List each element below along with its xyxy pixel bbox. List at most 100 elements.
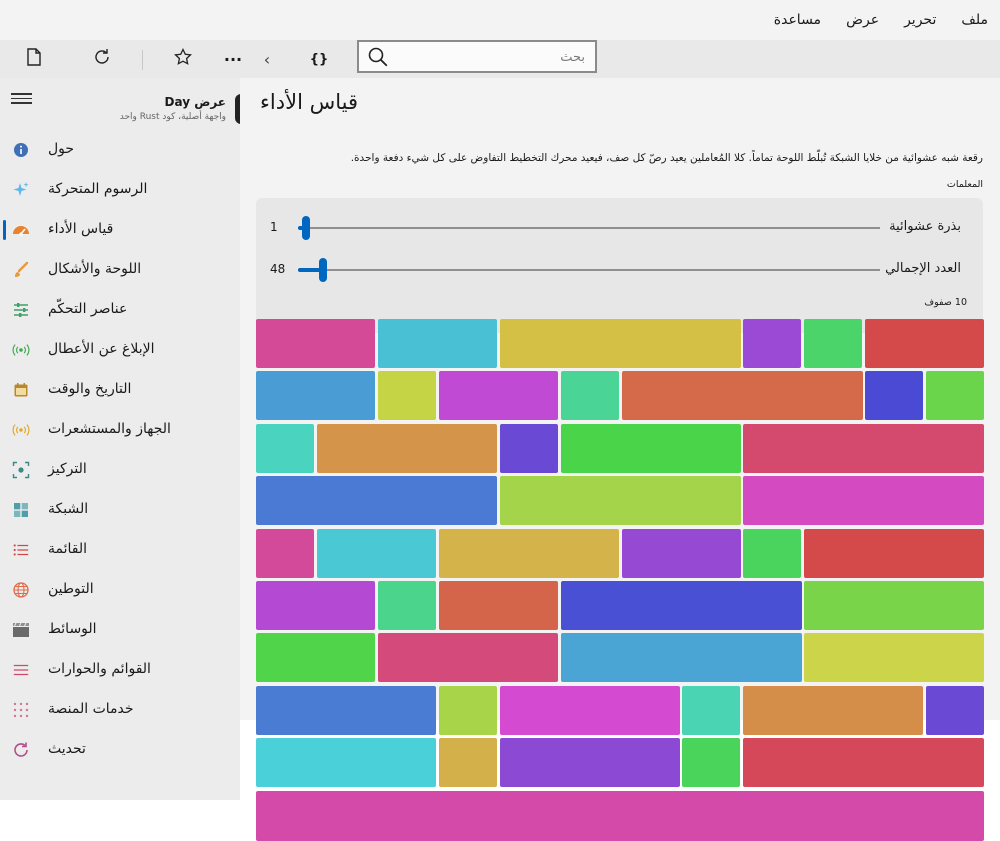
- sidebar-item-sparkle[interactable]: الرسوم المتحركة: [0, 170, 240, 210]
- total-slider[interactable]: [298, 258, 880, 282]
- code-button[interactable]: {}: [304, 44, 334, 74]
- grid-cell: [743, 686, 923, 735]
- app-title: عرض Day: [164, 95, 227, 109]
- sidebar-item-brush[interactable]: اللوحة والأشكال: [0, 250, 240, 290]
- total-slider-row: العدد الإجمالي 48: [256, 258, 983, 282]
- menu-help[interactable]: مساعدة: [774, 12, 821, 28]
- grid-cell: [804, 633, 984, 682]
- params-label: المعلمات: [946, 179, 983, 190]
- sidebar-item-broadcast[interactable]: الإبلاغ عن الأعطال: [0, 330, 240, 370]
- refresh-button[interactable]: [87, 44, 117, 74]
- grid-cell: [804, 529, 984, 578]
- sidebar-header: عرض Day واجهة أصلية، كود Rust واحد: [0, 78, 243, 128]
- grid-cell: [256, 476, 497, 525]
- grid-cell: [622, 529, 741, 578]
- sidebar-item-dots-grid[interactable]: خدمات المنصة: [0, 690, 240, 730]
- globe-icon: [12, 581, 30, 599]
- grid-cell: [439, 686, 497, 735]
- page-title: قياس الأداء: [260, 90, 358, 114]
- total-slider-label: العدد الإجمالي: [885, 261, 961, 276]
- grid-cell: [500, 424, 558, 473]
- grid-cell: [439, 581, 558, 630]
- sidebar-item-label: قياس الأداء: [48, 221, 114, 237]
- sidebar-item-speedometer[interactable]: قياس الأداء: [0, 210, 240, 250]
- back-chevron-button[interactable]: ‹: [252, 44, 282, 74]
- speedometer-icon: [12, 221, 30, 239]
- star-icon: [174, 47, 192, 70]
- sidebar-item-label: القائمة: [48, 541, 87, 557]
- grid-cell: [865, 319, 984, 368]
- grid-cell: [865, 371, 923, 420]
- grid-cell: [804, 319, 862, 368]
- sidebar-item-list[interactable]: القائمة: [0, 530, 240, 570]
- seed-slider[interactable]: [298, 216, 880, 240]
- clapper-icon: [12, 621, 30, 639]
- sidebar-item-sliders[interactable]: عناصر التحكّم: [0, 290, 240, 330]
- calendar-icon: [12, 381, 30, 399]
- refresh-icon: [93, 48, 111, 70]
- grid-cell: [561, 633, 802, 682]
- grid-cell: [317, 529, 436, 578]
- grid-cell: [256, 791, 984, 841]
- grid-cell: [378, 633, 558, 682]
- sidebar-item-grid[interactable]: الشبكة: [0, 490, 240, 530]
- total-slider-thumb[interactable]: [318, 258, 327, 282]
- sidebar-item-clapper[interactable]: الوسائط: [0, 610, 240, 650]
- menu-file[interactable]: ملف: [961, 12, 988, 28]
- menu-view[interactable]: عرض: [846, 12, 879, 28]
- sidebar-item-label: الوسائط: [48, 621, 97, 637]
- favorite-button[interactable]: [168, 44, 198, 74]
- focus-icon: [12, 461, 30, 479]
- grid-cell: [743, 476, 984, 525]
- grid-cell: [682, 686, 740, 735]
- grid-cell: [317, 424, 497, 473]
- total-slider-value: 48: [270, 262, 286, 276]
- list-icon: [12, 541, 30, 559]
- info-icon: [12, 141, 30, 159]
- grid-cell: [256, 686, 436, 735]
- sidebar-item-label: الشبكة: [48, 501, 89, 517]
- sidebar-item-focus[interactable]: التركيز: [0, 450, 240, 490]
- menu-edit[interactable]: تحرير: [904, 12, 936, 28]
- rows-count: 10 صفوف: [924, 297, 967, 308]
- grid-cell: [256, 319, 375, 368]
- grid-icon: [12, 501, 30, 519]
- more-button[interactable]: ···: [218, 44, 248, 74]
- search-input[interactable]: [405, 46, 585, 68]
- brush-icon: [12, 261, 30, 279]
- document-icon: [26, 48, 42, 70]
- grid-cell: [256, 529, 314, 578]
- sidebar-item-globe[interactable]: التوطين: [0, 570, 240, 610]
- seed-slider-row: بذرة عشوائية 1: [256, 216, 983, 240]
- sidebar-item-menu-lines[interactable]: القوائم والحوارات: [0, 650, 240, 690]
- grid-cell: [926, 371, 984, 420]
- sidebar-item-update[interactable]: تحديث: [0, 730, 240, 770]
- sidebar-item-calendar[interactable]: التاريخ والوقت: [0, 370, 240, 410]
- grid-cell: [256, 371, 375, 420]
- params-card: بذرة عشوائية 1 العدد الإجمالي 48 10 صفوف: [256, 198, 983, 333]
- toolbar-separator: [142, 50, 143, 70]
- grid-cell: [926, 686, 984, 735]
- grid-cell: [743, 529, 801, 578]
- sidebar-item-label: التركيز: [48, 461, 87, 477]
- grid-cell: [439, 738, 497, 787]
- page-description: رقعة شبه عشوائية من خلايا الشبكة تُبلّط …: [350, 152, 983, 164]
- sidebar: عرض Day واجهة أصلية، كود Rust واحد حول ال…: [0, 78, 243, 800]
- sidebar-item-label: عناصر التحكّم: [48, 301, 128, 317]
- hamburger-menu-icon[interactable]: [8, 90, 34, 110]
- app-subtitle: واجهة أصلية، كود Rust واحد: [119, 112, 226, 122]
- grid-cell: [804, 581, 984, 630]
- grid-cell: [743, 424, 984, 473]
- grid-cell: [500, 738, 680, 787]
- broadcast-icon: [12, 341, 30, 359]
- seed-slider-thumb[interactable]: [302, 216, 310, 240]
- grid-cell: [378, 581, 436, 630]
- search-box: [357, 40, 597, 73]
- sidebar-item-sensor[interactable]: الجهاز والمستشعرات: [0, 410, 240, 450]
- new-document-button[interactable]: [19, 44, 49, 74]
- grid-cell: [561, 424, 741, 473]
- sidebar-item-info[interactable]: حول: [0, 130, 240, 170]
- grid-cell: [256, 581, 375, 630]
- sidebar-item-label: القوائم والحوارات: [48, 661, 151, 677]
- search-icon[interactable]: [367, 46, 389, 72]
